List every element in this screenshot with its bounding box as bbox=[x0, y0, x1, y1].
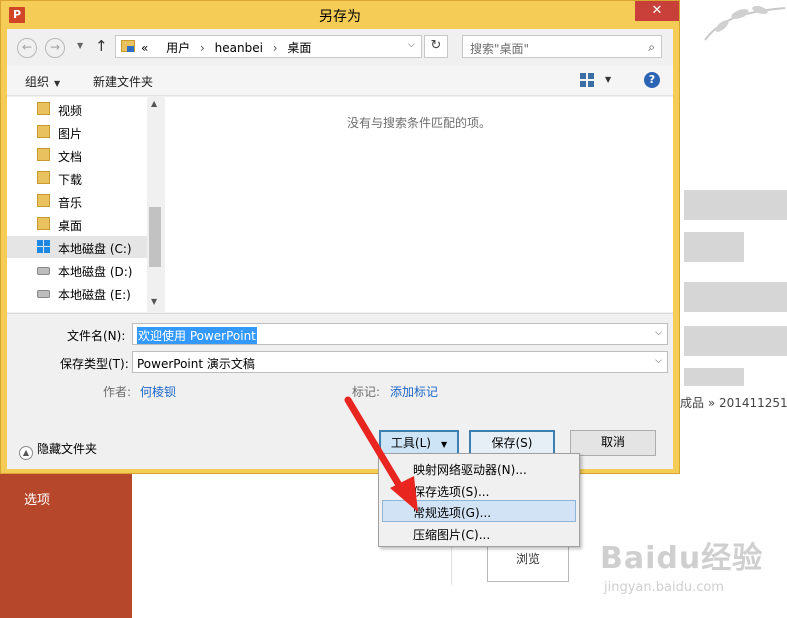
blurred-text bbox=[684, 282, 787, 312]
caret-down-icon: ▼ bbox=[54, 79, 61, 88]
filename-field[interactable]: 欢迎使用 PowerPoint ⌵ bbox=[132, 323, 668, 345]
tree-item-label: 桌面 bbox=[58, 219, 83, 233]
tree-item[interactable]: 图片 bbox=[7, 121, 147, 143]
caret-down-icon: ▼ bbox=[440, 440, 448, 449]
filetype-label: 保存类型(T): bbox=[60, 357, 129, 371]
tree-item-label: 下载 bbox=[58, 173, 83, 187]
help-icon[interactable]: ? bbox=[644, 72, 660, 88]
filetype-select[interactable]: PowerPoint 演示文稿 ⌵ bbox=[132, 351, 668, 373]
tree-item[interactable]: 本地磁盘 (D:) bbox=[7, 259, 147, 281]
tree-item-label: 视频 bbox=[58, 104, 83, 118]
tree-item-label: 音乐 bbox=[58, 196, 83, 210]
folder-icon bbox=[37, 125, 50, 138]
folder-icon bbox=[121, 40, 135, 52]
hide-folders-label: 隐藏文件夹 bbox=[37, 442, 98, 456]
tree-item-label: 本地磁盘 (E:) bbox=[58, 288, 131, 302]
tree-item[interactable]: 文档 bbox=[7, 144, 147, 166]
organize-label: 组织 bbox=[25, 75, 50, 89]
folder-icon bbox=[37, 148, 50, 161]
search-icon: ⌕ bbox=[648, 40, 655, 54]
view-options-icon[interactable] bbox=[580, 73, 594, 87]
blurred-text bbox=[684, 326, 787, 356]
blurred-text bbox=[684, 368, 744, 386]
new-folder-button[interactable]: 新建文件夹 bbox=[93, 73, 153, 90]
up-button[interactable]: ↑ bbox=[95, 37, 108, 55]
recent-locations-icon[interactable]: ▼ bbox=[77, 41, 83, 50]
breadcrumb-item-user[interactable]: heanbei bbox=[215, 41, 263, 55]
annotation-arrow-icon bbox=[344, 396, 418, 512]
backstage-sidebar: 选项 bbox=[0, 470, 132, 618]
breadcrumb-item-users[interactable]: 用户 bbox=[166, 41, 190, 55]
tree-item[interactable]: 本地磁盘 (C:) bbox=[7, 236, 147, 258]
chevron-down-icon[interactable]: ⌵ bbox=[655, 356, 662, 366]
breadcrumb-separator: › bbox=[200, 41, 205, 55]
windows-drive-icon bbox=[37, 240, 50, 253]
desktop-folder-icon bbox=[37, 217, 50, 230]
author-value[interactable]: 何棱钡 bbox=[140, 383, 176, 400]
watermark-text: Baidu经验 bbox=[600, 541, 764, 576]
tree-item[interactable]: 音乐 bbox=[7, 190, 147, 212]
drive-icon bbox=[37, 290, 50, 298]
filename-value: 欢迎使用 PowerPoint bbox=[137, 327, 257, 344]
tree-item[interactable]: 下载 bbox=[7, 167, 147, 189]
blurred-text bbox=[684, 190, 787, 220]
tree-item-label: 图片 bbox=[58, 127, 83, 141]
breadcrumb-item-desktop[interactable]: 桌面 bbox=[287, 41, 311, 55]
dialog-title: 另存为 bbox=[319, 9, 361, 25]
folder-icon bbox=[37, 102, 50, 115]
close-button[interactable]: ✕ bbox=[635, 1, 679, 21]
scroll-up-icon[interactable]: ▲ bbox=[151, 99, 157, 108]
title-bar[interactable]: P 另存为 ✕ bbox=[1, 1, 679, 29]
download-folder-icon bbox=[37, 171, 50, 184]
caret-down-icon[interactable]: ▼ bbox=[605, 75, 611, 84]
breadcrumb-separator: › bbox=[272, 41, 278, 55]
menu-item-label: 映射网络驱动器(N)... bbox=[413, 463, 527, 477]
forward-button[interactable]: → bbox=[45, 38, 65, 58]
address-bar[interactable]: « 用户 › heanbei › 桌面 ⌵ bbox=[115, 35, 422, 58]
author-label: 作者: bbox=[103, 385, 132, 399]
tree-scrollbar[interactable]: ▲ ▼ bbox=[147, 97, 163, 312]
breadcrumb-overflow[interactable]: « bbox=[141, 41, 148, 55]
scroll-down-icon[interactable]: ▼ bbox=[151, 297, 157, 306]
search-input[interactable]: 搜索"桌面" ⌕ bbox=[462, 35, 662, 58]
options-menu-item[interactable]: 选项 bbox=[24, 489, 50, 508]
menu-item-compress-pictures[interactable]: 压缩图片(C)... bbox=[382, 522, 576, 544]
tree-item-label: 本地磁盘 (D:) bbox=[58, 265, 133, 279]
organize-button[interactable]: 组织 ▼ bbox=[25, 73, 60, 90]
back-button[interactable]: ← bbox=[17, 38, 37, 58]
navigation-pane: 视频 图片 文档 下载 音乐 桌面 本地磁盘 (C:) 本地磁盘 (D:) 本地… bbox=[7, 97, 163, 312]
menu-item-label: 压缩图片(C)... bbox=[413, 528, 491, 542]
collapse-arrow-icon: ▲ bbox=[19, 446, 33, 460]
breadcrumb: « 用户 › heanbei › 桌面 bbox=[141, 39, 311, 56]
file-list[interactable]: 没有与搜索条件匹配的项。 bbox=[165, 97, 673, 312]
decorative-leaf-icon bbox=[704, 6, 786, 41]
drive-icon bbox=[37, 267, 50, 275]
chevron-down-icon[interactable]: ⌵ bbox=[655, 328, 662, 338]
tree-item[interactable]: 视频 bbox=[7, 98, 147, 120]
file-path-text: 成品 » 2014112519 bbox=[680, 396, 787, 410]
command-bar: 组织 ▼ 新建文件夹 ▼ ? bbox=[7, 66, 673, 96]
tree-item-label: 文档 bbox=[58, 150, 83, 164]
hide-folders-toggle[interactable]: ▲ 隐藏文件夹 bbox=[19, 440, 97, 460]
blurred-text bbox=[684, 232, 744, 262]
cancel-button[interactable]: 取消 bbox=[570, 430, 656, 456]
tree-item-label: 本地磁盘 (C:) bbox=[58, 242, 132, 256]
music-folder-icon bbox=[37, 194, 50, 207]
tree-item[interactable]: 桌面 bbox=[7, 213, 147, 235]
empty-message: 没有与搜索条件匹配的项。 bbox=[346, 116, 491, 130]
tree-item[interactable]: 本地磁盘 (E:) bbox=[7, 282, 147, 304]
watermark-url: jingyan.baidu.com bbox=[604, 580, 724, 595]
refresh-button[interactable]: ↻ bbox=[424, 35, 448, 58]
chevron-down-icon[interactable]: ⌵ bbox=[408, 40, 415, 50]
search-placeholder: 搜索"桌面" bbox=[470, 42, 530, 56]
filename-label: 文件名(N): bbox=[67, 329, 126, 343]
filetype-value: PowerPoint 演示文稿 bbox=[137, 357, 255, 371]
scroll-thumb[interactable] bbox=[149, 207, 161, 267]
